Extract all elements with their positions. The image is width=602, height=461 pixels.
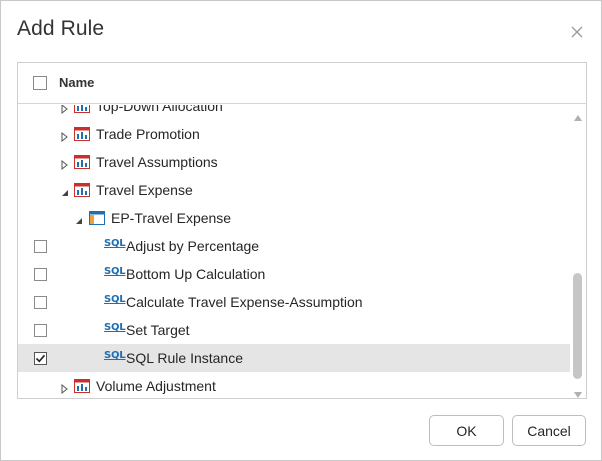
vertical-scrollbar[interactable]	[570, 105, 586, 398]
tree-row-selected[interactable]: SQL SQL Rule Instance	[18, 344, 570, 372]
tree-row[interactable]: SQL Calculate Travel Expense-Assumption	[18, 288, 570, 316]
tree-row[interactable]: SQL Adjust by Percentage	[18, 232, 570, 260]
rule-tree-grid: Name Top-Down Allocation Trade Promotion…	[17, 62, 587, 399]
sql-icon: SQL	[104, 266, 126, 277]
row-checkbox[interactable]	[34, 324, 47, 337]
expand-icon[interactable]	[60, 157, 70, 171]
tree-row-label: Adjust by Percentage	[126, 238, 260, 254]
tree-row-label: Travel Expense	[96, 182, 193, 198]
tree-row[interactable]: Travel Assumptions	[18, 148, 570, 176]
row-checkbox-checked[interactable]	[34, 352, 47, 365]
tree-row-label: Bottom Up Calculation	[126, 266, 266, 282]
tree-row[interactable]: EP-Travel Expense	[18, 204, 570, 232]
expand-icon[interactable]	[60, 105, 70, 115]
cube-chart-icon	[74, 105, 90, 113]
scroll-down-arrow-icon[interactable]	[574, 385, 582, 398]
tree-row[interactable]: Volume Adjustment	[18, 372, 570, 398]
tree-row[interactable]: SQL Bottom Up Calculation	[18, 260, 570, 288]
tree-row-label: Set Target	[126, 322, 190, 338]
tree-row-label: Top-Down Allocation	[96, 105, 223, 114]
dialog-title: Add Rule	[17, 17, 105, 40]
grid-header: Name	[18, 63, 586, 104]
checkmark-icon	[35, 354, 46, 363]
cube-chart-icon	[74, 127, 90, 141]
cube-chart-icon	[74, 379, 90, 393]
tree-row-label: EP-Travel Expense	[111, 210, 232, 226]
row-checkbox[interactable]	[34, 296, 47, 309]
expand-icon[interactable]	[60, 381, 70, 395]
tree-row[interactable]: Travel Expense	[18, 176, 570, 204]
ok-button[interactable]: OK	[429, 415, 504, 446]
cube-chart-icon	[74, 183, 90, 197]
tree-row-label: Calculate Travel Expense-Assumption	[126, 294, 363, 310]
tree-row[interactable]: Top-Down Allocation	[18, 105, 570, 120]
close-icon[interactable]	[569, 24, 585, 40]
sql-icon: SQL	[104, 322, 126, 333]
row-checkbox[interactable]	[34, 240, 47, 253]
cube-chart-icon	[74, 155, 90, 169]
tree-row-label: Travel Assumptions	[96, 154, 218, 170]
table-icon	[89, 211, 105, 225]
row-checkbox[interactable]	[34, 268, 47, 281]
tree-row-label: Trade Promotion	[96, 126, 200, 142]
tree-row[interactable]: Trade Promotion	[18, 120, 570, 148]
scrollbar-thumb[interactable]	[573, 273, 582, 379]
tree-row-label: SQL Rule Instance	[126, 350, 243, 366]
cancel-button[interactable]: Cancel	[512, 415, 586, 446]
expand-icon[interactable]	[60, 129, 70, 143]
grid-body: Top-Down Allocation Trade Promotion Trav…	[18, 105, 586, 398]
select-all-checkbox[interactable]	[33, 76, 47, 90]
tree-row[interactable]: SQL Set Target	[18, 316, 570, 344]
scroll-up-arrow-icon[interactable]	[574, 108, 582, 126]
tree-rows: Top-Down Allocation Trade Promotion Trav…	[18, 105, 570, 398]
collapse-icon[interactable]	[74, 213, 84, 224]
sql-icon: SQL	[104, 294, 126, 305]
collapse-icon[interactable]	[60, 185, 70, 196]
sql-icon: SQL	[104, 350, 126, 361]
tree-row-label: Volume Adjustment	[96, 378, 216, 394]
sql-icon: SQL	[104, 238, 126, 249]
name-column-header[interactable]: Name	[59, 75, 94, 90]
add-rule-dialog: Add Rule Name Top-Down Allocation Trade …	[0, 0, 602, 461]
